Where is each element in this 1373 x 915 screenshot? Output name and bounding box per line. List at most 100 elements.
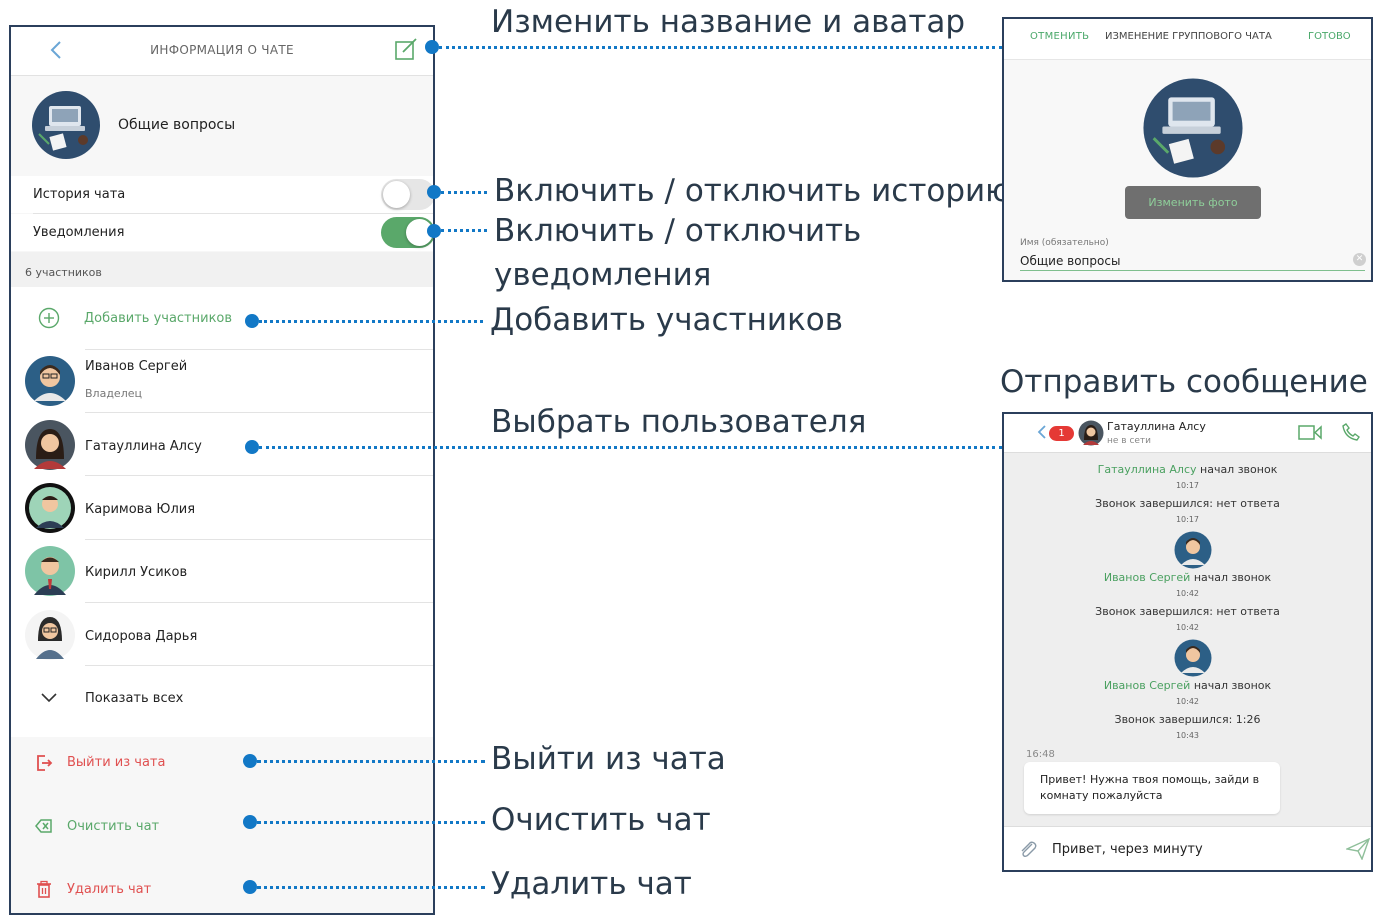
group-avatar[interactable] [1142, 77, 1244, 179]
event-actor[interactable]: Иванов Сергей [1104, 571, 1190, 584]
contact-status: не в сети [1107, 436, 1152, 446]
video-call-icon[interactable] [1298, 424, 1322, 441]
trash-icon[interactable] [35, 880, 53, 898]
message-input[interactable]: Привет, через минуту [1052, 842, 1203, 857]
callout-dot [243, 754, 257, 768]
event-text: начал звонок [1190, 571, 1272, 584]
clear-chat-button[interactable]: Очистить чат [67, 819, 159, 834]
member-avatar[interactable] [1174, 639, 1212, 677]
callout-dot [245, 440, 259, 454]
edit-group-panel: ОТМЕНИТЬ ИЗМЕНЕНИЕ ГРУППОВОГО ЧАТА ГОТОВ… [1002, 17, 1373, 282]
edit-group-header: ОТМЕНИТЬ ИЗМЕНЕНИЕ ГРУППОВОГО ЧАТА ГОТОВ… [1004, 19, 1371, 60]
add-participants-button[interactable]: Добавить участников [84, 311, 232, 326]
divider [85, 539, 433, 540]
member-avatar[interactable] [24, 609, 76, 661]
callout-line [257, 886, 485, 889]
history-label: История чата [33, 187, 126, 202]
callout-dot [243, 815, 257, 829]
participants-list: Добавить участников Иванов Сергей Владел… [11, 287, 433, 737]
edit-icon[interactable] [394, 37, 418, 61]
phone-icon[interactable] [1342, 423, 1360, 441]
callout-line [257, 760, 485, 763]
chat-avatar [32, 91, 100, 159]
callout-dot [427, 224, 441, 238]
message-time: 16:48 [1026, 749, 1055, 760]
edit-group-title: ИЗМЕНЕНИЕ ГРУППОВОГО ЧАТА [1105, 31, 1272, 42]
chevron-down-icon[interactable] [40, 692, 58, 704]
member-avatar[interactable] [24, 545, 76, 597]
send-icon[interactable] [1346, 838, 1370, 860]
event-time: 10:43 [1175, 731, 1200, 740]
event-text: Звонок завершился: нет ответа [1095, 497, 1280, 510]
member-avatar[interactable] [24, 482, 76, 534]
member-name[interactable]: Кирилл Усиков [85, 565, 187, 580]
member-avatar[interactable] [24, 355, 76, 407]
delete-chat-button[interactable]: Удалить чат [67, 882, 151, 897]
page-title: ИНФОРМАЦИЯ О ЧАТЕ [150, 43, 294, 57]
show-all-button[interactable]: Показать всех [85, 691, 183, 706]
clear-field-icon[interactable]: ✕ [1353, 253, 1366, 266]
event-time: 10:42 [1175, 589, 1200, 598]
cancel-button[interactable]: ОТМЕНИТЬ [1030, 31, 1089, 42]
name-field-label: Имя (обязательно) [1020, 238, 1109, 248]
history-setting-row: История чата [11, 176, 433, 213]
callout-dot [243, 880, 257, 894]
clear-icon[interactable] [35, 817, 53, 835]
contact-name[interactable]: Гатауллина Алсу [1107, 420, 1206, 433]
event-actor[interactable]: Иванов Сергей [1104, 679, 1190, 692]
call-event: Звонок завершился: 1:26 [1004, 713, 1371, 726]
exit-icon[interactable] [35, 754, 53, 772]
chat-info-header: ИНФОРМАЦИЯ О ЧАТЕ [11, 27, 433, 76]
member-role: Владелец [85, 387, 142, 400]
leave-chat-button[interactable]: Выйти из чата [67, 755, 165, 770]
callout-add: Добавить участников [490, 302, 844, 338]
chat-window: 1 Гатауллина Алсу не в сети Гатауллина А… [1002, 412, 1373, 872]
call-event: Иванов Сергей начал звонок [1004, 679, 1371, 692]
group-name-value[interactable]: Общие вопросы [1020, 254, 1120, 268]
callout-delete: Удалить чат [491, 866, 692, 902]
chat-header: 1 Гатауллина Алсу не в сети [1004, 414, 1371, 453]
member-name[interactable]: Иванов Сергей [85, 359, 187, 374]
event-time: 10:17 [1175, 481, 1200, 490]
callout-send-message: Отправить сообщение [1000, 364, 1368, 400]
callout-notifications-line2: уведомления [494, 257, 712, 293]
done-button[interactable]: ГОТОВО [1308, 31, 1351, 42]
back-arrow-icon[interactable] [1037, 424, 1047, 440]
attach-icon[interactable] [1018, 839, 1038, 859]
call-event: Иванов Сергей начал звонок [1004, 571, 1371, 584]
member-avatar[interactable] [1174, 531, 1212, 569]
member-name[interactable]: Сидорова Дарья [85, 629, 197, 644]
message-bubble[interactable]: Привет! Нужна твоя помощь, зайди в комна… [1024, 762, 1280, 814]
add-circle-icon[interactable] [38, 307, 60, 329]
callout-line [259, 320, 483, 323]
callout-line [441, 229, 487, 232]
member-name[interactable]: Гатауллина Алсу [85, 439, 202, 454]
divider [85, 349, 433, 350]
callout-line [439, 46, 1002, 49]
change-photo-button[interactable]: Изменить фото [1125, 186, 1261, 219]
divider [85, 602, 433, 603]
member-name[interactable]: Каримова Юлия [85, 502, 195, 517]
call-event: Звонок завершился: нет ответа [1004, 497, 1371, 510]
chat-info-panel: ИНФОРМАЦИЯ О ЧАТЕ Общие вопросы История … [9, 25, 435, 915]
callout-history: Включить / отключить историю [494, 173, 1012, 209]
member-avatar[interactable] [24, 419, 76, 471]
callout-select-user: Выбрать пользователя [491, 404, 867, 440]
callout-dot [427, 185, 441, 199]
contact-avatar[interactable] [1078, 420, 1104, 446]
divider [85, 412, 433, 413]
unread-badge: 1 [1049, 426, 1074, 441]
event-text: начал звонок [1190, 679, 1272, 692]
group-name-field[interactable]: Общие вопросы ✕ [1020, 252, 1366, 271]
message-composer: Привет, через минуту [1004, 826, 1371, 870]
callout-line [259, 446, 1002, 449]
event-time: 10:42 [1175, 623, 1200, 632]
callout-edit: Изменить название и аватар [491, 4, 966, 40]
event-actor[interactable]: Гатауллина Алсу [1098, 463, 1197, 476]
callout-leave: Выйти из чата [491, 741, 726, 777]
callout-dot [425, 40, 439, 54]
participants-count: 6 участников [25, 266, 102, 279]
chat-summary: Общие вопросы [11, 76, 433, 176]
divider [85, 475, 433, 476]
chat-name: Общие вопросы [118, 117, 236, 133]
